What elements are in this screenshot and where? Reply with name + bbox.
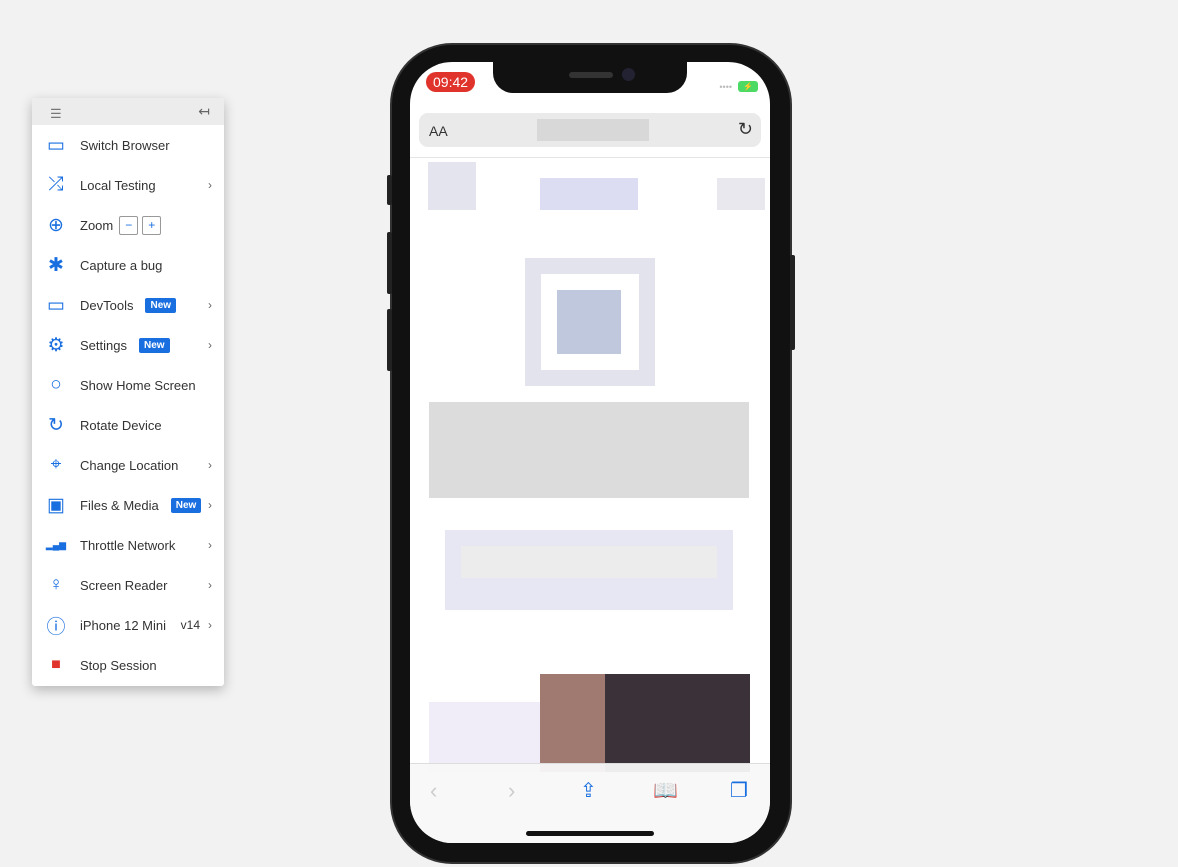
menu-item-stop-session[interactable]: ⏹ Stop Session: [32, 645, 224, 685]
url-blurred: [537, 119, 649, 141]
menu-item-local-testing[interactable]: ⤮ Local Testing ›: [32, 165, 224, 205]
menu-item-label: Rotate Device: [80, 417, 162, 433]
chevron-right-icon: ›: [208, 578, 212, 592]
menu-item-iphone-12-mini[interactable]: ⓘ iPhone 12 Mini v14 ›: [32, 605, 224, 645]
devices-icon: ▭: [47, 134, 65, 156]
battery-charging-icon: ⚡: [738, 81, 758, 92]
share-icon[interactable]: ⇪: [580, 778, 597, 803]
new-badge: New: [145, 297, 177, 313]
menu-item-switch-browser[interactable]: ▭ Switch Browser: [32, 125, 224, 165]
os-version: v14: [180, 618, 200, 632]
device-screen[interactable]: 09:42 •••• ⚡ AA ↻ ‹ › ⇪ 📖 ❐: [410, 62, 770, 843]
chevron-right-icon: ›: [208, 458, 212, 472]
menu-item-throttle-network[interactable]: ▂▄▆ Throttle Network ›: [32, 525, 224, 565]
window-icon: ▭: [47, 294, 65, 316]
text-size-button[interactable]: AA: [429, 123, 448, 139]
info-icon: ⓘ: [46, 616, 66, 638]
image-icon: ▣: [47, 494, 65, 516]
shuffle-icon: ⤮: [48, 174, 64, 195]
menu-item-label: Show Home Screen: [80, 377, 196, 393]
menu-item-label: Change Location: [80, 457, 179, 473]
menu-item-label: Throttle Network: [80, 537, 176, 553]
back-icon[interactable]: ‹: [430, 778, 437, 804]
zoom-out-button[interactable]: −: [119, 215, 139, 235]
forward-icon[interactable]: ›: [508, 778, 515, 804]
chevron-right-icon: ›: [208, 538, 212, 552]
menu-item-capture-a-bug[interactable]: ✱ Capture a bug: [32, 245, 224, 285]
menu-item-label: Switch Browser: [80, 137, 170, 153]
menu-item-label: Settings: [80, 337, 127, 353]
gear-icon: ⚙: [47, 334, 65, 356]
new-badge: New: [170, 497, 202, 513]
menu-item-settings[interactable]: ⚙ Settings New ›: [32, 325, 224, 365]
bug-icon: ✱: [48, 254, 64, 276]
stop-icon: ⏹: [51, 654, 61, 675]
menu-item-label: Files & Media: [80, 497, 159, 513]
collapse-left-icon[interactable]: ↤: [198, 103, 210, 120]
rotate-icon: ↻: [48, 414, 64, 436]
menu-item-files-media[interactable]: ▣ Files & Media New ›: [32, 485, 224, 525]
circle-icon: ○: [50, 374, 62, 395]
accessibility-icon: ♀: [48, 574, 64, 595]
signal-bars-icon: ▂▄▆: [45, 539, 67, 550]
menu-item-screen-reader[interactable]: ♀ Screen Reader ›: [32, 565, 224, 605]
notch: [493, 62, 687, 93]
zoom-in-icon: ⊕: [48, 214, 64, 236]
chevron-right-icon: ›: [208, 298, 212, 312]
chevron-right-icon: ›: [208, 338, 212, 352]
signal-icon: ••••: [719, 82, 732, 92]
chevron-right-icon: ›: [208, 618, 212, 632]
menu-item-show-home-screen[interactable]: ○ Show Home Screen: [32, 365, 224, 405]
location-pin-icon: ⌖: [50, 454, 62, 475]
toolbar-header[interactable]: ☰ ↤: [32, 98, 224, 125]
session-toolbar: ☰ ↤ ▭ Switch Browser ⤮ Local Testing › ⊕ Zoom −…: [32, 98, 224, 686]
chevron-right-icon: ›: [208, 178, 212, 192]
menu-item-label: iPhone 12 Mini: [80, 617, 166, 633]
menu-item-label: Stop Session: [80, 657, 157, 673]
menu-item-devtools[interactable]: ▭ DevTools New ›: [32, 285, 224, 325]
status-time: 09:42: [426, 72, 476, 92]
menu-item-label: Screen Reader: [80, 577, 168, 593]
chevron-right-icon: ›: [208, 498, 212, 512]
menu-item-label: Capture a bug: [80, 257, 163, 273]
menu-item-label: Zoom: [80, 217, 114, 233]
new-badge: New: [138, 337, 170, 353]
bookmarks-icon[interactable]: 📖: [653, 778, 678, 803]
tabs-icon[interactable]: ❐: [730, 778, 748, 803]
menu-item-label: Local Testing: [80, 177, 156, 193]
menu-item-label: DevTools: [80, 297, 134, 313]
zoom-in-button[interactable]: +: [142, 215, 162, 235]
reload-icon[interactable]: ↻: [738, 119, 753, 140]
menu-item-change-location[interactable]: ⌖ Change Location ›: [32, 445, 224, 485]
hamburger-icon[interactable]: ☰: [50, 106, 62, 122]
address-bar[interactable]: AA ↻: [419, 113, 761, 147]
menu-item-rotate-device[interactable]: ↻ Rotate Device: [32, 405, 224, 445]
menu-item-zoom[interactable]: ⊕ Zoom − +: [32, 205, 224, 245]
home-indicator[interactable]: [526, 831, 654, 836]
